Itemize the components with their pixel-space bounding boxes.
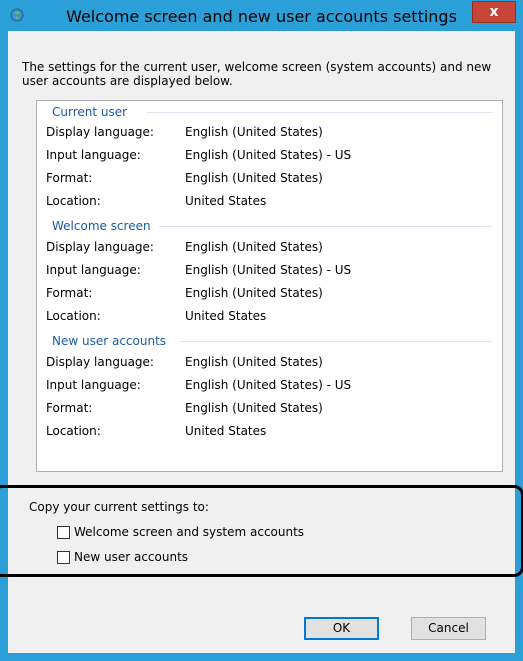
row-label: Format: [46,401,93,415]
title-bar[interactable]: Welcome screen and new user accounts set… [1,1,522,31]
group-divider [159,226,492,227]
row-value: English (United States) [185,240,323,254]
row-label: Input language: [46,263,141,277]
row-value: United States [185,309,267,323]
row-value: United States [185,424,267,438]
row-label: Format: [46,171,93,185]
row-value: English (United States) [185,125,323,139]
row-label: Format: [46,286,93,300]
row-label: Display language: [46,355,154,369]
row-label: Location: [46,194,101,208]
row-label: Location: [46,309,101,323]
row-value: English (United States) [185,171,323,185]
settings-info-box: Current user Display language: English (… [36,100,503,472]
ok-button[interactable]: OK [304,617,379,640]
highlight-outline [0,485,523,577]
row-value: English (United States) - US [185,263,352,277]
close-button[interactable]: x [472,1,516,23]
intro-text: The settings for the current user, welco… [22,60,492,88]
row-value: English (United States) - US [185,148,352,162]
row-label: Display language: [46,240,154,254]
group-header-new-user-accounts: New user accounts [52,334,167,348]
row-value: English (United States) - US [185,378,352,392]
row-label: Display language: [46,125,154,139]
window-title: Welcome screen and new user accounts set… [66,7,457,26]
group-divider [147,112,492,113]
row-label: Input language: [46,378,141,392]
row-label: Input language: [46,148,141,162]
row-value: English (United States) [185,401,323,415]
row-label: Location: [46,424,101,438]
cancel-button[interactable]: Cancel [411,617,486,640]
row-value: English (United States) [185,286,323,300]
row-value: English (United States) [185,355,323,369]
group-header-welcome-screen: Welcome screen [52,219,151,233]
group-divider [179,341,492,342]
row-value: United States [185,194,267,208]
group-header-current-user: Current user [52,105,128,119]
